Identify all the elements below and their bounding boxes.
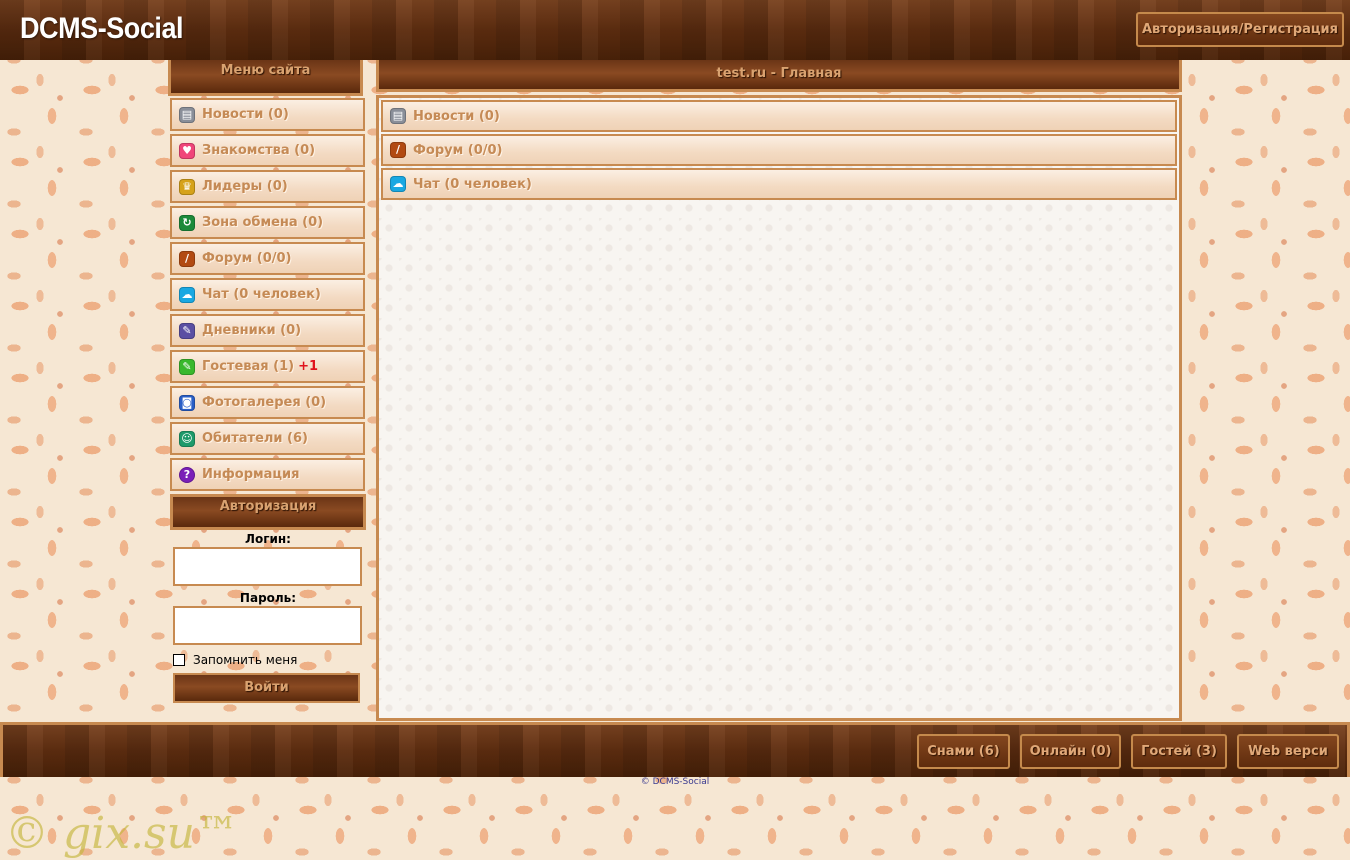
auth-register-button[interactable]: Авторизация/Регистрация: [1136, 12, 1344, 47]
footer-with-us-button[interactable]: Снами (6): [917, 734, 1010, 769]
remember-checkbox[interactable]: [173, 654, 185, 666]
main-item-label: Форум (0/0): [413, 142, 503, 158]
footer-online-button[interactable]: Онлайн (0): [1020, 734, 1121, 769]
page-title: test.ru - Главная: [376, 60, 1182, 92]
menu-item-photogallery[interactable]: ◙ Фотогалерея (0): [170, 386, 365, 419]
newspaper-icon: ▤: [179, 106, 195, 123]
menu-item-users[interactable]: ☺ Обитатели (6): [170, 422, 365, 455]
menu-item-label: Зона обмена (0): [202, 215, 324, 230]
main-item-forum[interactable]: / Форум (0/0): [381, 134, 1177, 166]
auth-title: Авторизация: [170, 494, 366, 530]
menu-item-guestbook[interactable]: ✎ Гостевая (1) +1: [170, 350, 365, 383]
trophy-icon: ♛: [179, 178, 195, 195]
menu-item-label: Лидеры (0): [202, 179, 288, 194]
menu-item-info[interactable]: ? Информация: [170, 458, 365, 491]
menu-item-label: Знакомства (0): [202, 143, 316, 158]
new-count-badge: +1: [298, 359, 319, 374]
password-label: Пароль:: [239, 591, 297, 605]
question-icon: ?: [179, 466, 195, 483]
menu-item-label: Фотогалерея (0): [202, 395, 327, 410]
menu-item-dating[interactable]: ♥ Знакомства (0): [170, 134, 365, 167]
heart-icon: ♥: [179, 142, 195, 159]
main-item-label: Чат (0 человек): [413, 176, 532, 192]
menu-title: Меню сайта: [168, 60, 363, 96]
users-icon: ☺: [179, 430, 195, 447]
menu-item-chat[interactable]: ☁ Чат (0 человек): [170, 278, 365, 311]
footer-web-version-button[interactable]: Web верси: [1237, 734, 1339, 769]
main-item-chat[interactable]: ☁ Чат (0 человек): [381, 168, 1177, 200]
site-header: DCMS-Social Авторизация/Регистрация: [0, 0, 1350, 60]
menu-item-news[interactable]: ▤ Новости (0): [170, 98, 365, 131]
camera-icon: ◙: [179, 394, 195, 411]
guestbook-icon: ✎: [179, 358, 195, 375]
watermark: © gix.su™: [5, 808, 239, 859]
menu-item-label: Информация: [202, 467, 300, 482]
site-logo[interactable]: DCMS-Social: [20, 12, 184, 46]
newspaper-icon: ▤: [390, 108, 406, 124]
menu-item-label: Новости (0): [202, 107, 289, 122]
menu-item-label: Гостевая (1): [202, 359, 295, 374]
exchange-icon: ↻: [179, 214, 195, 231]
remember-label: Запомнить меня: [193, 653, 298, 667]
chat-icon: ☁: [179, 286, 195, 303]
main-item-label: Новости (0): [413, 108, 500, 124]
remember-me[interactable]: Запомнить меня: [173, 653, 297, 667]
menu-item-label: Дневники (0): [202, 323, 302, 338]
diary-icon: ✎: [179, 322, 195, 339]
login-label: Логин:: [245, 532, 291, 546]
footer-guests-button[interactable]: Гостей (3): [1131, 734, 1227, 769]
password-input[interactable]: [173, 606, 362, 645]
menu-item-label: Обитатели (6): [202, 431, 308, 446]
chat-icon: ☁: [390, 176, 406, 192]
menu-item-leaders[interactable]: ♛ Лидеры (0): [170, 170, 365, 203]
login-submit-button[interactable]: Войти: [173, 673, 360, 703]
forum-pen-icon: /: [390, 142, 406, 158]
menu-item-label: Форум (0/0): [202, 251, 292, 266]
menu-item-forum[interactable]: / Форум (0/0): [170, 242, 365, 275]
login-input[interactable]: [173, 547, 362, 586]
menu-item-diaries[interactable]: ✎ Дневники (0): [170, 314, 365, 347]
menu-item-exchange[interactable]: ↻ Зона обмена (0): [170, 206, 365, 239]
forum-pen-icon: /: [179, 250, 195, 267]
copyright-text: © DCMS-Social: [640, 777, 710, 787]
main-item-news[interactable]: ▤ Новости (0): [381, 100, 1177, 132]
menu-item-label: Чат (0 человек): [202, 287, 321, 302]
